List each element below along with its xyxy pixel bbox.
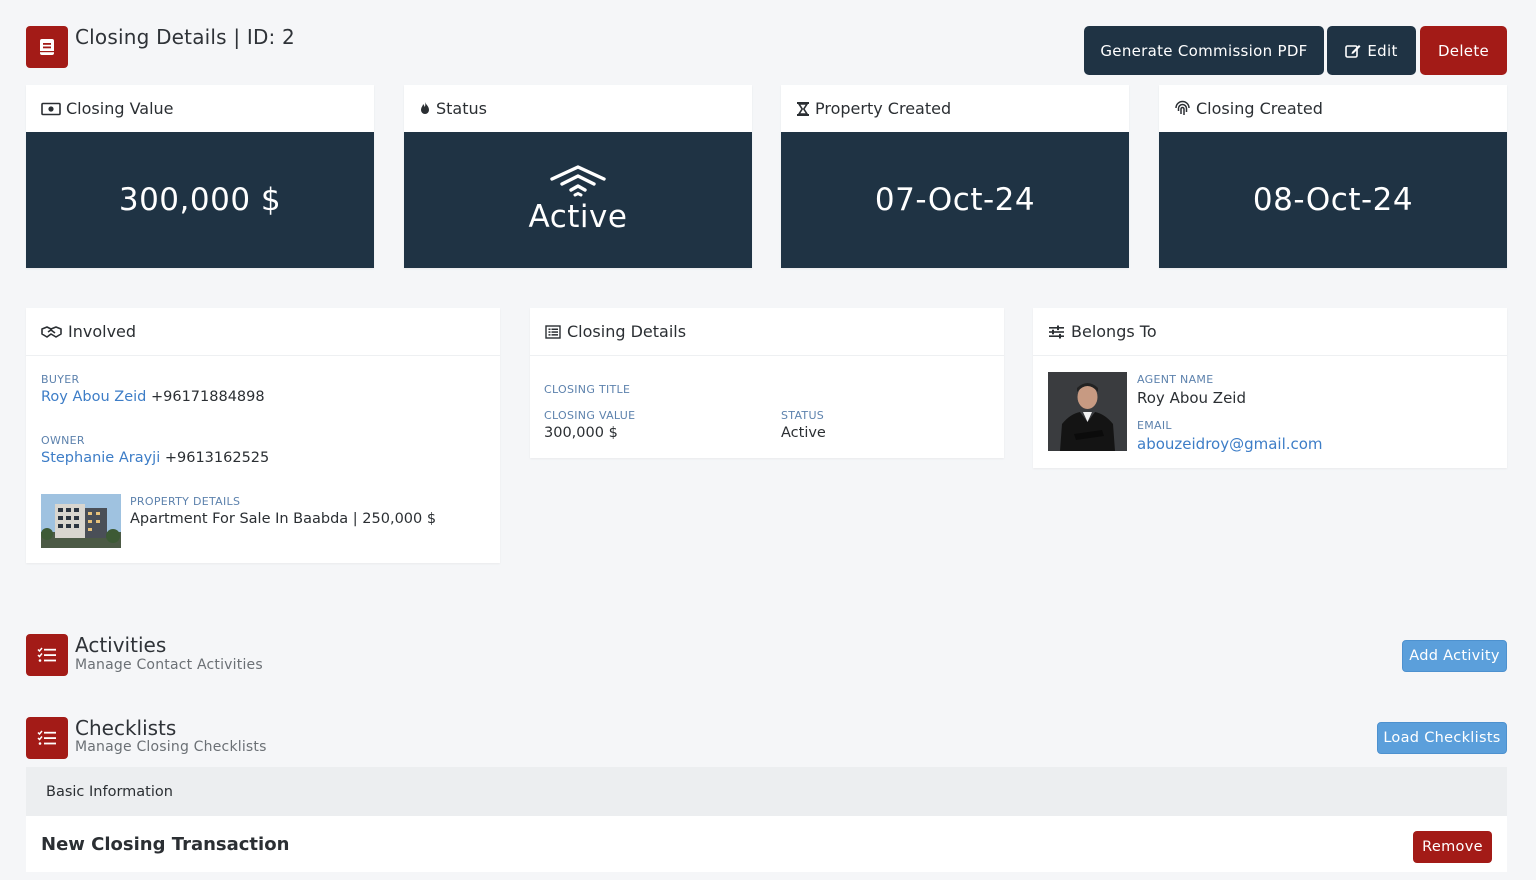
closing-title-label: CLOSING TITLE	[544, 383, 631, 396]
checklist-icon	[37, 730, 56, 745]
stat-value: 300,000 $	[118, 182, 282, 218]
property-details-label: PROPERTY DETAILS	[130, 495, 241, 508]
generate-commission-pdf-button[interactable]: Generate Commission PDF	[1084, 26, 1324, 75]
stat-card-status: Status Active	[404, 85, 752, 268]
checklists-icon-box	[26, 717, 68, 759]
owner-phone: +9613162525	[164, 450, 270, 466]
agent-name-label: AGENT NAME	[1137, 373, 1214, 386]
stat-card-closing-value: Closing Value 300,000 $	[26, 85, 374, 268]
agent-email-link[interactable]: abouzeidroy@gmail.com	[1137, 435, 1323, 453]
handshake-icon	[41, 325, 62, 338]
email-label: EMAIL	[1137, 419, 1172, 432]
property-details-link[interactable]: Apartment For Sale In Baabda | 250,000 $	[130, 511, 436, 527]
property-thumbnail[interactable]	[41, 494, 121, 548]
buyer-phone: +96171884898	[150, 389, 265, 405]
involved-panel: Involved BUYER Roy Abou Zeid +9617188489…	[26, 308, 500, 563]
page-title: Closing Details | ID: 2	[75, 25, 295, 49]
remove-button[interactable]: Remove	[1413, 831, 1492, 863]
panel-title: Closing Details	[567, 322, 687, 341]
delete-button[interactable]: Delete	[1420, 26, 1507, 75]
stat-value: 08-Oct-24	[1252, 182, 1414, 218]
status-value: Active	[781, 425, 826, 441]
money-icon	[41, 102, 61, 115]
signal-icon	[550, 165, 606, 197]
activities-icon-box	[26, 634, 68, 676]
stat-value: Active	[528, 199, 628, 235]
panel-title: Belongs To	[1071, 322, 1157, 341]
panel-title: Involved	[68, 322, 137, 341]
checklist-icon	[37, 647, 56, 662]
belongs-to-panel: Belongs To AGENT NAME Roy Abou Zeid EMAI…	[1033, 308, 1507, 468]
flame-icon	[421, 102, 429, 114]
fingerprint-icon	[1175, 100, 1190, 115]
stat-label: Property Created	[815, 99, 952, 118]
edit-button[interactable]: Edit	[1327, 26, 1416, 75]
checklists-title: Checklists	[75, 716, 177, 740]
stat-card-closing-created: Closing Created 08-Oct-24	[1159, 85, 1507, 268]
owner-label: OWNER	[41, 434, 85, 447]
book-icon	[40, 39, 54, 55]
edit-icon	[1345, 44, 1361, 58]
hourglass-icon	[797, 101, 809, 116]
basic-information-header[interactable]: Basic Information	[26, 767, 1507, 816]
buyer-label: BUYER	[41, 373, 80, 386]
stat-label: Closing Created	[1196, 99, 1323, 118]
closing-value-label: CLOSING VALUE	[544, 409, 636, 422]
stat-card-property-created: Property Created 07-Oct-24	[781, 85, 1129, 268]
activities-title: Activities	[75, 633, 167, 657]
page-icon	[26, 26, 68, 68]
buyer-name-link[interactable]: Roy Abou Zeid	[41, 389, 146, 405]
closing-value: 300,000 $	[544, 425, 618, 441]
sliders-icon	[1049, 325, 1064, 338]
owner-name-link[interactable]: Stephanie Arayji	[41, 450, 160, 466]
stat-label: Status	[436, 99, 487, 118]
load-checklists-button[interactable]: Load Checklists	[1377, 722, 1507, 754]
agent-name: Roy Abou Zeid	[1137, 389, 1246, 407]
list-icon	[545, 324, 561, 339]
stat-value: 07-Oct-24	[874, 182, 1036, 218]
checklists-subtitle: Manage Closing Checklists	[75, 739, 267, 755]
closing-details-panel: Closing Details CLOSING TITLE CLOSING VA…	[530, 308, 1004, 458]
agent-avatar	[1048, 372, 1127, 451]
add-activity-button[interactable]: Add Activity	[1402, 640, 1507, 672]
checklist-item-row: New Closing Transaction	[26, 816, 1507, 872]
activities-subtitle: Manage Contact Activities	[75, 657, 263, 673]
stat-label: Closing Value	[66, 99, 174, 118]
basic-information-label: Basic Information	[46, 783, 173, 800]
checklist-item-title: New Closing Transaction	[41, 833, 290, 855]
edit-label: Edit	[1367, 41, 1398, 60]
status-label: STATUS	[781, 409, 825, 422]
